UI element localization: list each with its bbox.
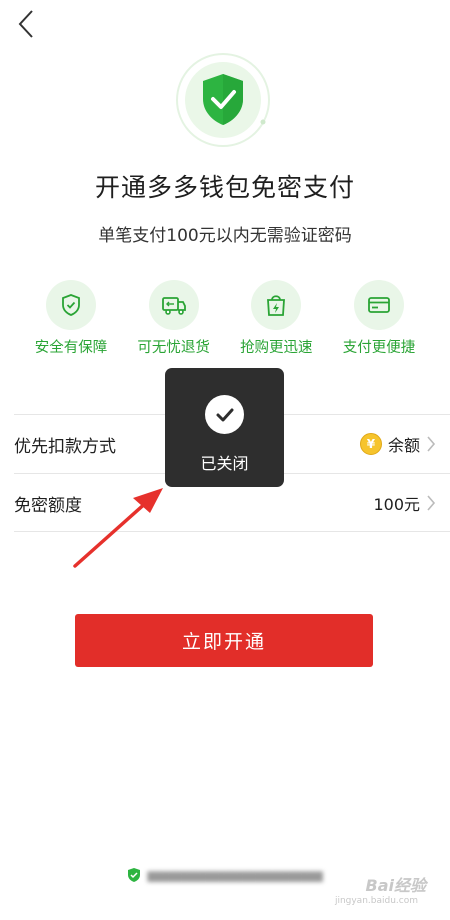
feature-label: 抢购更迅速 — [240, 340, 313, 356]
open-now-button[interactable]: 立即开通 — [75, 614, 373, 667]
page-title: 开通多多钱包免密支付 — [94, 173, 355, 202]
limit-value: 100元 — [373, 495, 420, 514]
feature-label: 安全有保障 — [34, 340, 108, 356]
coin-icon: ¥ — [359, 433, 382, 455]
watermark: Bai经验 — [365, 876, 426, 895]
watermark-sub: jingyan.baidu.com — [334, 896, 418, 906]
feature-item-security: 安全有保障 — [20, 280, 122, 357]
chevron-right-icon — [427, 436, 436, 452]
shield-check-icon — [176, 53, 270, 147]
check-circle-icon — [216, 408, 233, 421]
hero-badge — [175, 52, 271, 148]
toast: 已关闭 — [165, 368, 284, 487]
chevron-right-icon — [427, 495, 436, 511]
toast-text: 已关闭 — [200, 454, 249, 473]
back-button[interactable] — [8, 6, 44, 42]
small-shield-icon — [128, 868, 141, 882]
feature-item-flash: 抢购更迅速 — [225, 280, 327, 357]
page-subtitle: 单笔支付100元以内无需验证密码 — [98, 226, 352, 246]
chevron-left-icon — [18, 10, 33, 38]
truck-refund-icon — [161, 297, 186, 315]
shield-icon — [62, 294, 80, 316]
divider — [14, 531, 450, 532]
feature-item-convenient: 支付更便捷 — [328, 280, 430, 357]
feature-list: 安全有保障 可无忧退货 抢购更迅速 支付更便捷 — [20, 280, 430, 357]
flash-bag-icon — [267, 295, 286, 316]
limit-label: 免密额度 — [14, 495, 82, 516]
footer-blurred-text: ▆▆▆▆▆▆▆▆▆▆▆▆▆▆▆▆▆▆▆ — [147, 868, 323, 882]
payment-method-value: 余额 — [387, 436, 420, 455]
feature-item-refund: 可无忧退货 — [123, 280, 225, 357]
payment-method-label: 优先扣款方式 — [14, 436, 116, 457]
feature-label: 可无忧退货 — [137, 340, 210, 356]
feature-label: 支付更便捷 — [342, 340, 416, 356]
card-icon — [368, 297, 390, 313]
